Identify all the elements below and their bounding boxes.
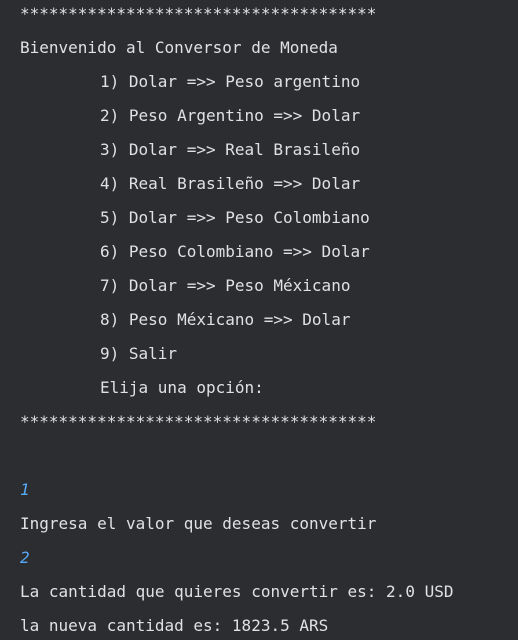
menu-option-1: 1) Dolar =>> Peso argentino — [100, 72, 361, 91]
user-input-value: 2 — [20, 548, 30, 567]
menu-option-9: 9) Salir — [100, 344, 178, 363]
console-output[interactable]: ************************************* Bi… — [0, 0, 518, 640]
menu-option-7: 7) Dolar =>> Peso Méxicano — [100, 276, 351, 295]
menu-option-6: 6) Peso Colombiano =>> Dolar — [100, 242, 370, 261]
user-input-option: 1 — [20, 480, 30, 499]
menu-option-4: 4) Real Brasileño =>> Dolar — [100, 174, 361, 193]
result-new-amount: la nueva cantidad es: 1823.5 ARS — [20, 616, 329, 635]
result-amount: La cantidad que quieres convertir es: 2.… — [20, 582, 454, 601]
option-prompt: Elija una opción: — [100, 378, 264, 397]
welcome-text: Bienvenido al Conversor de Moneda — [20, 38, 338, 57]
value-prompt: Ingresa el valor que deseas convertir — [20, 514, 377, 533]
menu-option-2: 2) Peso Argentino =>> Dolar — [100, 106, 361, 125]
menu-option-3: 3) Dolar =>> Real Brasileño — [100, 140, 361, 159]
banner-bottom: ************************************* — [20, 412, 377, 431]
banner-top: ************************************* — [20, 4, 377, 23]
menu-option-8: 8) Peso Méxicano =>> Dolar — [100, 310, 351, 329]
menu-option-5: 5) Dolar =>> Peso Colombiano — [100, 208, 370, 227]
